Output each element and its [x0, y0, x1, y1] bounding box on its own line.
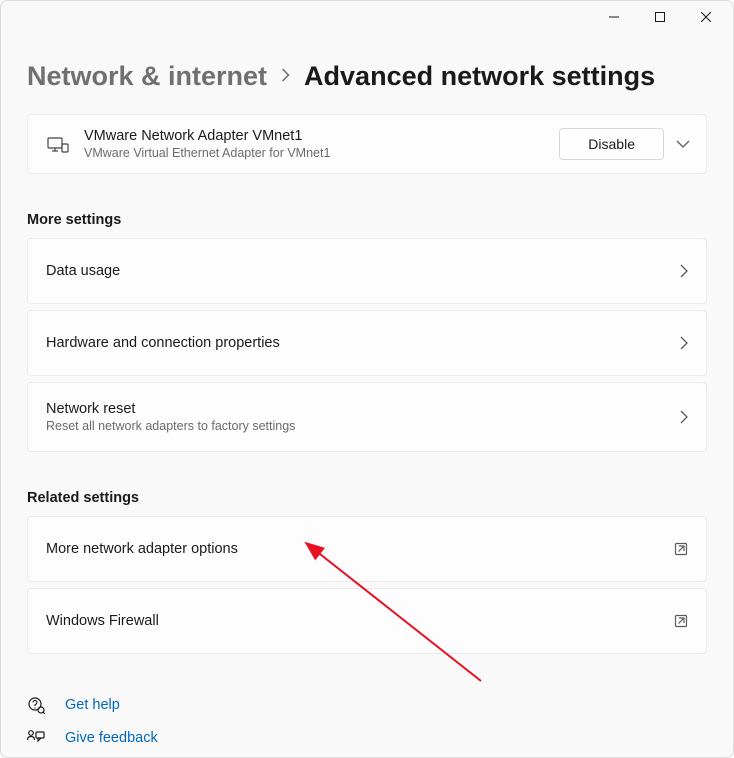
network-adapter-card[interactable]: VMware Network Adapter VMnet1 VMware Vir… — [27, 114, 707, 174]
chevron-right-icon — [281, 68, 290, 86]
settings-window: Network & internet Advanced network sett… — [0, 0, 734, 758]
window-titlebar — [1, 1, 733, 33]
adapter-text: VMware Network Adapter VMnet1 VMware Vir… — [84, 128, 559, 160]
windows-firewall-row[interactable]: Windows Firewall — [27, 588, 707, 654]
chevron-right-icon — [680, 336, 688, 350]
row-title: Network reset — [46, 401, 680, 417]
adapter-name: VMware Network Adapter VMnet1 — [84, 128, 559, 144]
row-title: Windows Firewall — [46, 613, 674, 629]
network-reset-row[interactable]: Network reset Reset all network adapters… — [27, 382, 707, 452]
data-usage-row[interactable]: Data usage — [27, 238, 707, 304]
page-title: Advanced network settings — [304, 61, 655, 92]
chevron-right-icon — [680, 410, 688, 424]
row-title: More network adapter options — [46, 541, 674, 557]
row-title: Data usage — [46, 263, 680, 279]
network-adapter-icon — [44, 135, 72, 153]
chevron-right-icon — [680, 264, 688, 278]
external-link-icon — [674, 542, 688, 556]
adapter-description: VMware Virtual Ethernet Adapter for VMne… — [84, 146, 559, 160]
give-feedback-link[interactable]: Give feedback — [27, 722, 707, 754]
chevron-down-icon[interactable] — [676, 140, 690, 148]
minimize-button[interactable] — [591, 1, 637, 33]
get-help-label: Get help — [65, 697, 120, 713]
external-link-icon — [674, 614, 688, 628]
more-settings-header: More settings — [27, 212, 707, 228]
content-area: Network & internet Advanced network sett… — [1, 61, 733, 754]
row-description: Reset all network adapters to factory se… — [46, 419, 680, 433]
help-links: Get help Give feedback — [27, 688, 707, 754]
help-icon — [27, 696, 47, 714]
more-adapter-options-row[interactable]: More network adapter options — [27, 516, 707, 582]
minimize-icon — [609, 12, 619, 22]
related-settings-header: Related settings — [27, 490, 707, 506]
maximize-button[interactable] — [637, 1, 683, 33]
disable-button[interactable]: Disable — [559, 128, 664, 160]
breadcrumb: Network & internet Advanced network sett… — [27, 61, 707, 92]
give-feedback-label: Give feedback — [65, 730, 158, 746]
row-title: Hardware and connection properties — [46, 335, 680, 351]
close-button[interactable] — [683, 1, 729, 33]
feedback-icon — [27, 730, 47, 746]
get-help-link[interactable]: Get help — [27, 688, 707, 722]
close-icon — [701, 12, 711, 22]
breadcrumb-parent[interactable]: Network & internet — [27, 61, 267, 92]
hardware-properties-row[interactable]: Hardware and connection properties — [27, 310, 707, 376]
maximize-icon — [655, 12, 665, 22]
